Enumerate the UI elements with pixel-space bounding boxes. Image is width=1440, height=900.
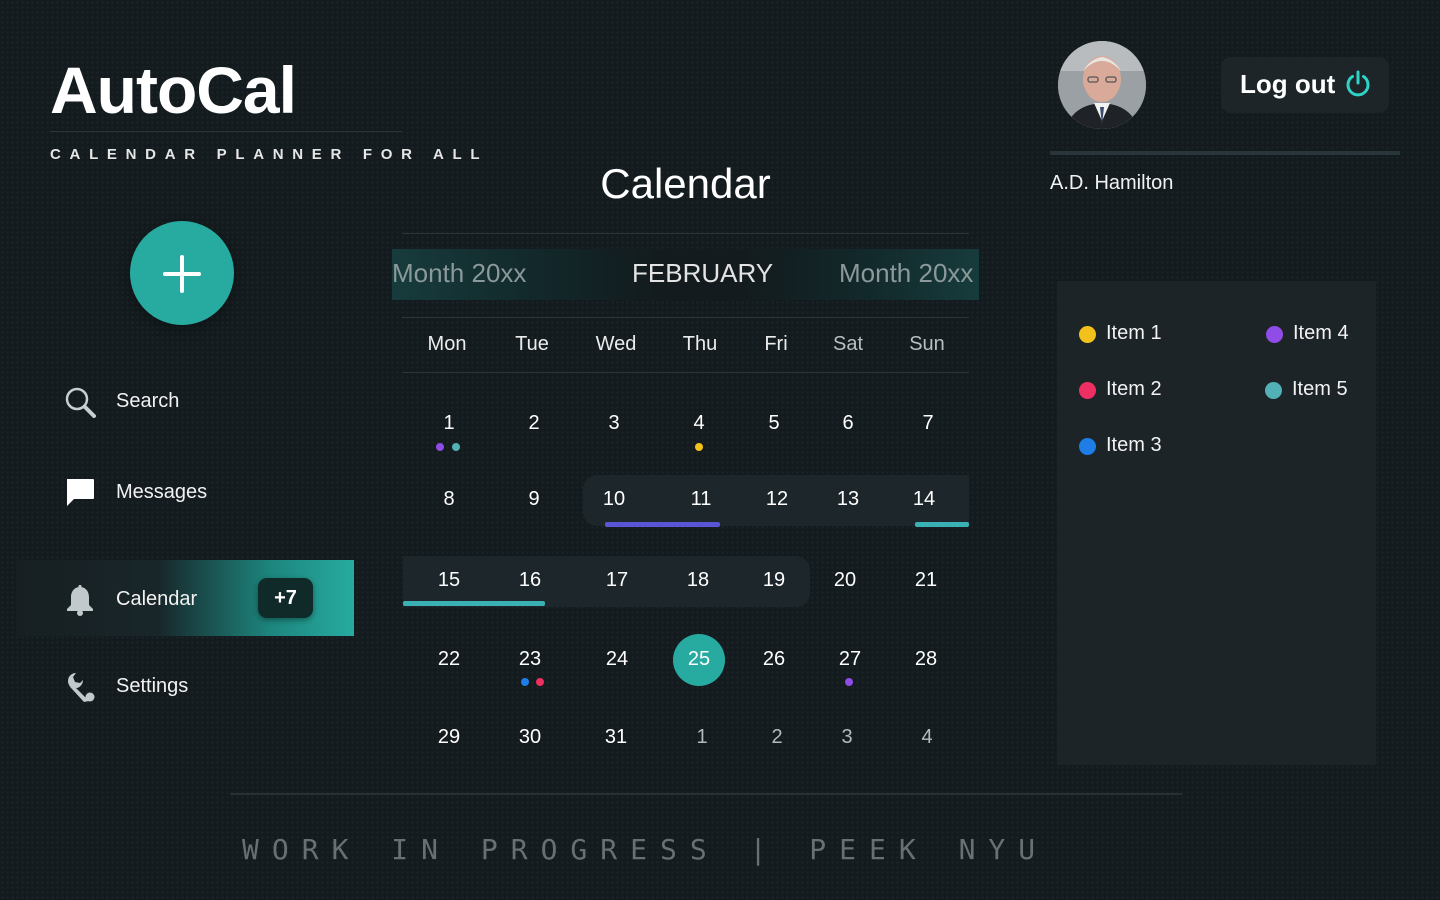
bell-icon	[67, 585, 93, 616]
notification-badge: +7	[258, 578, 313, 618]
add-event-button[interactable]	[130, 221, 234, 325]
day-cell[interactable]: 2	[506, 408, 562, 438]
day-cell[interactable]: 4	[671, 408, 727, 438]
message-icon	[67, 479, 94, 506]
day-cell[interactable]: 14	[896, 484, 952, 514]
legend-label: Item 4	[1293, 322, 1349, 344]
day-cell[interactable]: 13	[820, 484, 876, 514]
legend-color-dot	[1079, 438, 1096, 455]
weekday-header: Thu	[682, 333, 718, 355]
day-cell[interactable]: 17	[589, 565, 645, 595]
day-cell[interactable]: 9	[506, 484, 562, 514]
event-dot	[521, 678, 529, 686]
day-cell-today[interactable]: 25	[671, 644, 727, 674]
day-cell-next-month[interactable]: 3	[819, 722, 875, 752]
current-month: FEBRUARY	[632, 258, 774, 288]
day-cell-next-month[interactable]: 4	[899, 722, 955, 752]
day-cell[interactable]: 26	[746, 644, 802, 674]
event-range-bar	[915, 522, 969, 527]
legend-color-dot	[1079, 382, 1096, 399]
legend-label: Item 3	[1106, 434, 1162, 456]
legend-color-dot	[1266, 326, 1283, 343]
calendar-title: Calendar	[600, 160, 771, 207]
event-dot	[452, 443, 460, 451]
event-range-bar	[605, 522, 720, 527]
weekday-header: Mon	[427, 333, 467, 355]
day-cell[interactable]: 28	[898, 644, 954, 674]
day-cell-next-month[interactable]: 1	[674, 722, 730, 752]
app-title: AutoCal	[50, 53, 297, 127]
brand-divider	[50, 131, 402, 132]
day-cell[interactable]: 22	[421, 644, 477, 674]
legend-panel: Item 1 Item 2 Item 3 Item 4 Item 5	[1057, 281, 1376, 765]
day-cell[interactable]: 11	[673, 484, 729, 514]
weekday-header: Sun	[909, 333, 945, 355]
day-cell[interactable]: 12	[749, 484, 805, 514]
legend-color-dot	[1265, 382, 1282, 399]
nav-label-calendar: Calendar	[116, 588, 198, 610]
weekday-header: Sat	[832, 333, 864, 355]
day-cell[interactable]: 1	[421, 408, 477, 438]
day-cell[interactable]: 27	[822, 644, 878, 674]
day-cell[interactable]: 23	[502, 644, 558, 674]
day-cell[interactable]: 31	[588, 722, 644, 752]
day-cell[interactable]: 10	[586, 484, 642, 514]
day-cell[interactable]: 5	[746, 408, 802, 438]
nav-item-search[interactable]: Search	[16, 362, 354, 438]
legend-label: Item 5	[1292, 378, 1348, 400]
weekday-top-divider	[402, 317, 969, 318]
day-cell[interactable]: 19	[746, 565, 802, 595]
day-cell[interactable]: 18	[670, 565, 726, 595]
weekday-bottom-divider	[402, 372, 969, 373]
day-cell[interactable]: 24	[589, 644, 645, 674]
nav-label-settings: Settings	[116, 675, 189, 697]
weekday-header: Wed	[595, 333, 637, 355]
nav-item-calendar[interactable]: Calendar +7	[16, 560, 354, 636]
day-cell[interactable]: 21	[898, 565, 954, 595]
logout-label: Log out	[1240, 69, 1336, 99]
day-cell[interactable]: 20	[817, 565, 873, 595]
event-range-bar	[403, 601, 545, 606]
avatar-portrait	[1058, 41, 1146, 129]
weekday-header: Tue	[515, 333, 549, 355]
day-cell[interactable]: 29	[421, 722, 477, 752]
day-cell-next-month[interactable]: 2	[749, 722, 805, 752]
nav-label-search: Search	[116, 390, 180, 412]
nav-item-messages[interactable]: Messages	[16, 453, 354, 529]
event-dot	[536, 678, 544, 686]
logout-button[interactable]: Log out	[1221, 57, 1389, 113]
user-name: A.D. Hamilton	[1050, 172, 1174, 194]
search-icon	[65, 387, 96, 418]
event-dot	[845, 678, 853, 686]
footer-text: WORK IN PROGRESS | PEEK NYU	[242, 833, 1049, 866]
calendar-title-divider	[402, 233, 969, 234]
prev-month[interactable]: Month 20xx	[392, 258, 526, 289]
day-cell[interactable]: 6	[820, 408, 876, 438]
month-switcher: Month 20xx FEBRUARY Month 20xx	[392, 249, 979, 300]
weekday-header: Fri	[764, 333, 788, 355]
day-cell[interactable]: 3	[586, 408, 642, 438]
wrench-icon	[68, 673, 95, 702]
event-dot	[436, 443, 444, 451]
legend-label: Item 2	[1106, 378, 1162, 400]
day-cell[interactable]: 30	[502, 722, 558, 752]
day-cell[interactable]: 7	[900, 408, 956, 438]
day-cell[interactable]: 16	[502, 565, 558, 595]
nav-label-messages: Messages	[116, 481, 208, 503]
next-month[interactable]: Month 20xx	[839, 258, 973, 289]
nav-item-settings[interactable]: Settings	[16, 647, 354, 723]
day-cell[interactable]: 15	[421, 565, 477, 595]
legend-color-dot	[1079, 326, 1096, 343]
legend-label: Item 1	[1106, 322, 1162, 344]
power-icon	[1346, 70, 1370, 97]
event-dot	[695, 443, 703, 451]
profile-divider	[1050, 151, 1400, 155]
footer-divider	[230, 793, 1182, 795]
day-cell[interactable]: 8	[421, 484, 477, 514]
avatar[interactable]	[1058, 41, 1146, 129]
